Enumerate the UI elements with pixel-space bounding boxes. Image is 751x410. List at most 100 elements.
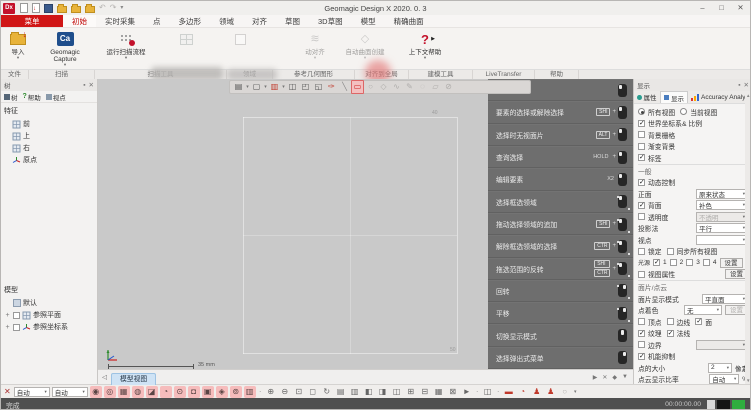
lasso-select-icon[interactable]: ◌ bbox=[416, 81, 429, 93]
scan-tool-icon[interactable]: ▦ bbox=[118, 386, 130, 398]
checkbox-light-1[interactable] bbox=[653, 259, 660, 266]
menu-button[interactable]: 菜单 bbox=[1, 15, 63, 27]
open-folder-icon[interactable] bbox=[57, 6, 67, 13]
run-scan-process-button[interactable]: 运行扫描流程 ▾ bbox=[97, 30, 155, 68]
circle-tool-icon[interactable]: ○ bbox=[559, 386, 571, 398]
tree-item-right-plane[interactable]: 右 bbox=[4, 142, 94, 154]
clipboard-icon[interactable]: ◫ bbox=[482, 386, 494, 398]
pie-tool-icon[interactable]: ◔ bbox=[517, 386, 529, 398]
checkbox-texture[interactable] bbox=[638, 330, 645, 337]
tree-item-front-plane[interactable]: 前 bbox=[4, 118, 94, 130]
view-right-icon[interactable]: ◨ bbox=[377, 386, 389, 398]
layout-left-icon[interactable]: ◰ bbox=[299, 81, 312, 93]
rotate-view-icon[interactable]: ↻ bbox=[321, 386, 333, 398]
minimize-button[interactable]: – bbox=[693, 1, 712, 15]
close-panel-icon[interactable]: ✕ bbox=[89, 81, 94, 89]
import-button[interactable]: 导入 ▾ bbox=[3, 30, 33, 68]
checkbox-bg-grid[interactable] bbox=[638, 131, 645, 138]
tab-properties[interactable]: 属性 bbox=[634, 91, 660, 103]
close-panel-icon[interactable]: ✕ bbox=[744, 81, 749, 89]
view-remove-icon[interactable]: ⊟ bbox=[419, 386, 431, 398]
folder-icon[interactable] bbox=[71, 6, 81, 13]
prev-view-icon[interactable]: ◁ bbox=[102, 373, 107, 381]
folder-icon[interactable] bbox=[85, 6, 95, 13]
scan-tool-icon[interactable]: ▥ bbox=[244, 386, 256, 398]
render-mode-icon[interactable]: ▥ bbox=[268, 81, 281, 93]
separator-dot[interactable]: · bbox=[496, 386, 501, 398]
checkbox-world-axis[interactable] bbox=[638, 120, 645, 127]
menu-tab[interactable]: 多边形 bbox=[170, 15, 211, 27]
undo-icon[interactable]: ↶ bbox=[99, 3, 106, 13]
import-file-icon[interactable] bbox=[32, 3, 40, 13]
separator-dot[interactable]: · bbox=[258, 386, 263, 398]
checkbox-face[interactable] bbox=[695, 318, 702, 325]
context-help-button[interactable]: ? 上下文帮助 ▾ bbox=[401, 30, 449, 68]
scan-tool-icon[interactable]: ◪ bbox=[146, 386, 158, 398]
checkbox-normal[interactable] bbox=[667, 330, 674, 337]
menu-tab[interactable]: 模型 bbox=[352, 15, 385, 27]
menu-tab[interactable]: 对齐 bbox=[243, 15, 276, 27]
cloud-ratio-select[interactable]: 自动▾ bbox=[709, 374, 739, 384]
select-box-icon[interactable]: ⊠ bbox=[447, 386, 459, 398]
redo-icon[interactable]: ↷ bbox=[110, 3, 117, 13]
checkbox-sync-views[interactable] bbox=[667, 248, 674, 255]
more-views-icon[interactable]: ▼ bbox=[622, 374, 628, 381]
paint-brush-icon[interactable]: ✑ bbox=[325, 81, 338, 93]
model-item-reference-planes[interactable]: + 参照平面 bbox=[4, 309, 94, 321]
deselect-icon[interactable]: ⊘ bbox=[442, 81, 455, 93]
visibility-checkbox[interactable] bbox=[13, 312, 20, 319]
level-tool-icon[interactable]: ▬ bbox=[503, 386, 515, 398]
viewpoint-select[interactable]: ▾ bbox=[696, 235, 748, 245]
model-item-default[interactable]: 默认 bbox=[4, 297, 94, 309]
checkbox-back-face[interactable] bbox=[638, 202, 645, 209]
front-face-select[interactable]: 原来状态▾ bbox=[696, 189, 748, 199]
checkbox-lock[interactable] bbox=[638, 248, 645, 255]
line-select-icon[interactable]: ╲ bbox=[338, 81, 351, 93]
checkbox-view-properties[interactable] bbox=[638, 271, 645, 278]
view-front-icon[interactable]: ▤ bbox=[335, 386, 347, 398]
light-settings-button[interactable]: 设置 bbox=[720, 258, 743, 268]
zoom-fit-icon[interactable]: ⊡ bbox=[293, 386, 305, 398]
checkbox-performance[interactable] bbox=[638, 353, 645, 360]
checkbox-dynamic-control[interactable] bbox=[638, 179, 645, 186]
view-split-icon[interactable]: ◫ bbox=[391, 386, 403, 398]
view-grid-icon[interactable]: ▦ bbox=[433, 386, 445, 398]
geomagic-capture-button[interactable]: Ca Geomagic Capture▾ bbox=[37, 30, 93, 68]
checkbox-vertex[interactable] bbox=[638, 318, 645, 325]
pin-icon[interactable]: ▪ bbox=[83, 82, 85, 89]
scan-tool-icon[interactable]: ⊙ bbox=[174, 386, 186, 398]
polygon-select-icon[interactable]: ◇ bbox=[377, 81, 390, 93]
new-document-icon[interactable] bbox=[20, 3, 28, 13]
zoom-out-icon[interactable]: ⊖ bbox=[279, 386, 291, 398]
tab-tree[interactable]: 树 bbox=[4, 92, 18, 102]
zoom-in-icon[interactable]: ⊕ bbox=[265, 386, 277, 398]
scan-tool-icon[interactable]: ◔ bbox=[160, 386, 172, 398]
next-view-icon[interactable]: ▶ bbox=[593, 374, 598, 381]
pointer-icon[interactable]: ► bbox=[461, 386, 473, 398]
checkbox-bg-gradient[interactable] bbox=[638, 143, 645, 150]
scan-tool-icon[interactable]: ⊚ bbox=[230, 386, 242, 398]
scroll-up-icon[interactable]: ▲ bbox=[746, 93, 750, 98]
point-color-select[interactable]: 无▾ bbox=[684, 305, 722, 315]
menu-tab[interactable]: 领域 bbox=[210, 15, 243, 27]
pen-select-icon[interactable]: ✎ bbox=[403, 81, 416, 93]
view-left-icon[interactable]: ◧ bbox=[363, 386, 375, 398]
zoom-window-icon[interactable]: ◻ bbox=[307, 386, 319, 398]
capture-device-icon[interactable]: ♟ bbox=[545, 386, 557, 398]
menu-tab[interactable]: 实时采集 bbox=[96, 15, 144, 27]
customize-quick-access-icon[interactable]: ▾ bbox=[120, 3, 123, 13]
tab-help[interactable]: ?帮助 bbox=[23, 92, 41, 102]
display-mode-icon[interactable]: ▢ bbox=[250, 81, 263, 93]
panel-scrollbar[interactable]: ▲ ▼ bbox=[745, 92, 751, 384]
tab-accuracy-analyzer[interactable]: Accuracy Analy... bbox=[688, 91, 751, 103]
mesh-display-mode-select[interactable]: 平直面▾ bbox=[702, 294, 748, 304]
split-view-icon[interactable]: ◫ bbox=[286, 81, 299, 93]
radio-all-views[interactable] bbox=[638, 108, 645, 115]
menu-tab[interactable]: 精确曲面 bbox=[385, 15, 433, 27]
close-view-icon[interactable]: ✕ bbox=[602, 374, 607, 381]
layout-right-icon[interactable]: ◱ bbox=[312, 81, 325, 93]
checkbox-light-3[interactable] bbox=[686, 259, 693, 266]
checkbox-labels[interactable] bbox=[638, 154, 645, 161]
tree-item-origin[interactable]: 原点 bbox=[4, 154, 94, 166]
model-viewport[interactable]: 40 50 35 mm bbox=[98, 79, 488, 369]
